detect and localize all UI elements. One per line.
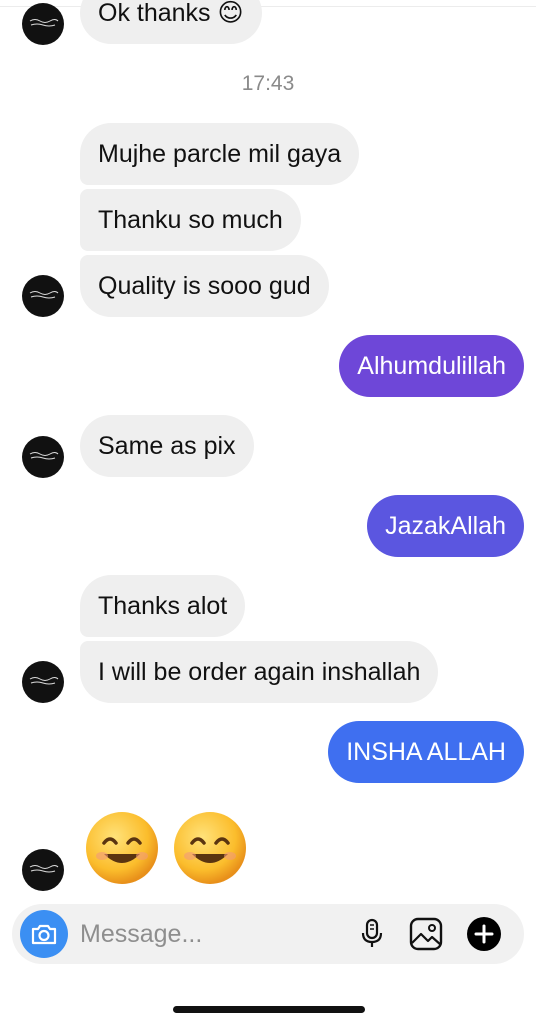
outgoing-message[interactable]: Alhumdulillah <box>339 335 524 397</box>
message-text: JazakAllah <box>385 511 506 540</box>
contact-avatar[interactable] <box>22 3 64 45</box>
message-text: Ok thanks 😊 <box>98 0 244 27</box>
message-text: Thanks alot <box>98 591 228 620</box>
message-text: Thanku so much <box>98 205 283 234</box>
message-text: Same as pix <box>98 431 236 460</box>
outgoing-message[interactable]: JazakAllah <box>367 495 524 557</box>
message-text: Mujhe parcle mil gaya <box>98 139 342 168</box>
incoming-message[interactable]: Ok thanks 😊 <box>80 0 262 44</box>
outgoing-message[interactable]: INSHA ALLAH <box>328 721 524 783</box>
contact-avatar[interactable] <box>22 436 64 478</box>
gallery-button[interactable] <box>408 916 444 952</box>
message-composer: Message... <box>12 904 524 964</box>
incoming-message[interactable]: Thanks alot <box>80 575 246 637</box>
message-text: Quality is sooo gud <box>98 271 311 300</box>
timestamp: 17:43 <box>241 72 295 95</box>
incoming-message[interactable]: Mujhe parcle mil gaya <box>80 123 360 185</box>
camera-icon <box>31 924 57 945</box>
microphone-icon <box>361 918 383 947</box>
plus-icon <box>467 917 501 951</box>
contact-avatar[interactable] <box>22 849 64 891</box>
contact-avatar[interactable] <box>22 661 64 703</box>
smiling-face-icon <box>174 812 246 884</box>
microphone-button[interactable] <box>354 916 390 952</box>
contact-avatar[interactable] <box>22 275 64 317</box>
incoming-message[interactable]: Thanku so much <box>80 189 301 251</box>
emoji-message[interactable] <box>84 810 248 886</box>
incoming-message[interactable]: I will be order again inshallah <box>80 641 439 703</box>
smiling-face-icon <box>86 812 158 884</box>
add-button[interactable] <box>466 916 502 952</box>
message-text: INSHA ALLAH <box>346 737 506 766</box>
camera-button[interactable] <box>20 910 68 958</box>
incoming-message[interactable]: Same as pix <box>80 415 254 477</box>
gallery-icon <box>409 917 443 951</box>
message-text: I will be order again inshallah <box>98 657 421 686</box>
incoming-message[interactable]: Quality is sooo gud <box>80 255 329 317</box>
message-input[interactable]: Message... <box>80 904 202 964</box>
home-indicator <box>173 1006 365 1013</box>
message-text: Alhumdulillah <box>357 351 506 380</box>
